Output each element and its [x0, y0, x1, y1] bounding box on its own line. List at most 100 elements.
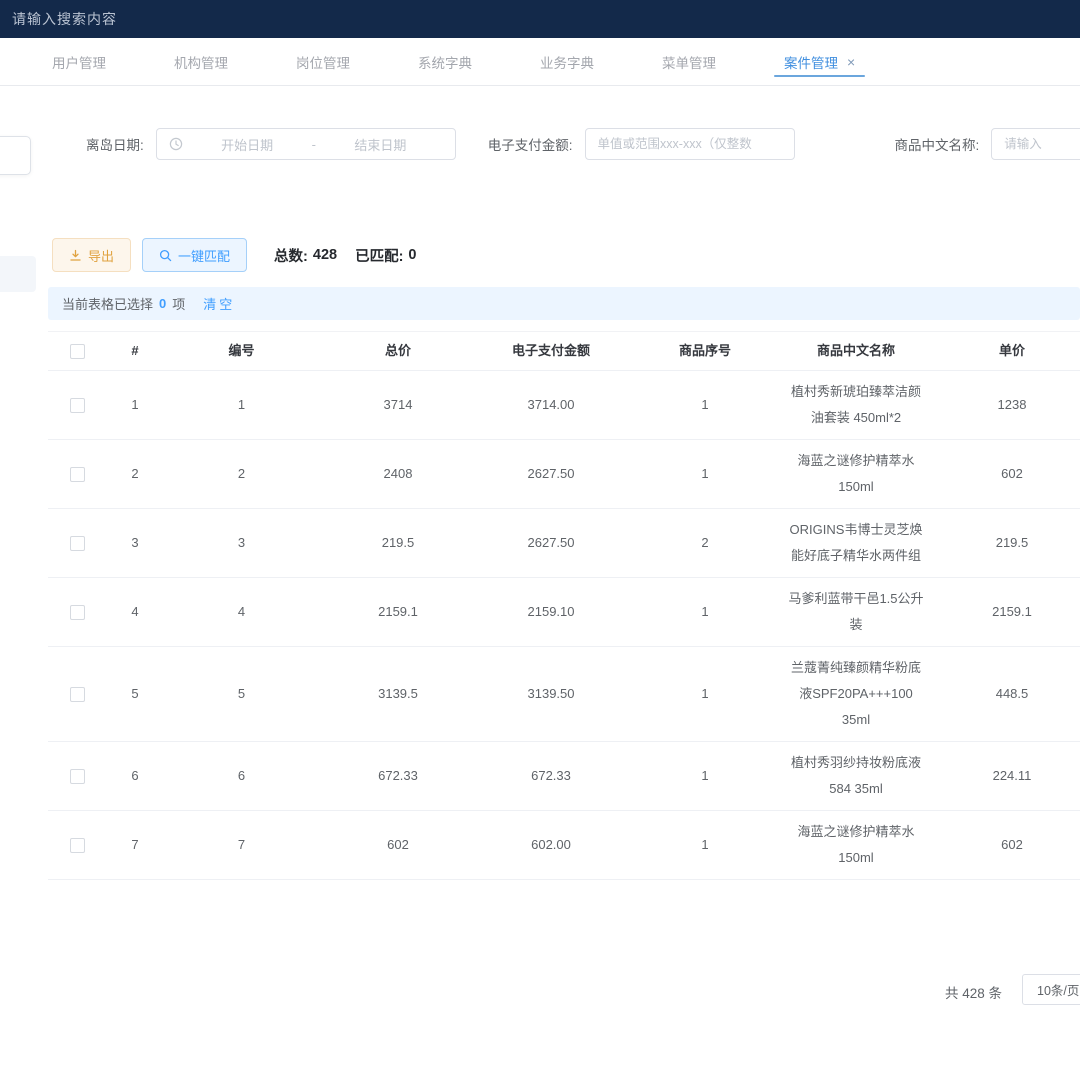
tab-item-3[interactable]: 岗位管理 — [282, 38, 364, 85]
tab-item-6[interactable]: 菜单管理 — [648, 38, 730, 85]
close-icon[interactable]: × — [847, 55, 855, 69]
tab-label: 岗位管理 — [296, 52, 350, 72]
select-all-checkbox[interactable] — [70, 344, 85, 359]
tab-label: 系统字典 — [418, 52, 472, 72]
row-checkbox-cell — [48, 467, 106, 482]
selection-bar: 当前表格已选择 0 项 清空 — [48, 287, 1080, 320]
row-checkbox[interactable] — [70, 687, 85, 702]
cell-index: 5 — [106, 681, 164, 707]
cell-unit: 448.5 — [927, 681, 1080, 707]
product-filter-label: 商品中文名称: — [895, 134, 980, 154]
tab-bar: 用户管理 机构管理 岗位管理 系统字典 业务字典菜单管理案件管理× — [0, 38, 1080, 86]
topbar-search-input[interactable]: 请输入搜索内容 — [12, 9, 117, 29]
total-value: 428 — [313, 247, 337, 263]
row-checkbox[interactable] — [70, 838, 85, 853]
cell-code: 7 — [164, 832, 319, 858]
column-header: 总价 — [319, 338, 477, 364]
row-checkbox[interactable] — [70, 398, 85, 413]
row-checkbox[interactable] — [70, 536, 85, 551]
filter-bar: 离岛日期: 开始日期 - 结束日期 电子支付金额: 商品中文名称: — [0, 128, 1080, 160]
cell-total: 219.5 — [319, 530, 477, 556]
cell-name: 海蓝之谜修护精萃水 150ml — [785, 819, 927, 871]
tab-item-7[interactable]: 案件管理× — [770, 38, 869, 85]
column-header: 商品序号 — [625, 338, 785, 364]
cell-total: 3139.5 — [319, 681, 477, 707]
cell-epay: 2627.50 — [477, 530, 625, 556]
table-row: 553139.53139.501兰蔻菁纯臻颜精华粉底液SPF20PA+++100… — [48, 647, 1080, 742]
cell-total: 602 — [319, 832, 477, 858]
content-area: 离岛日期: 开始日期 - 结束日期 电子支付金额: 商品中文名称: — [0, 128, 1080, 904]
match-stats: 总数: 428 已匹配: 0 — [274, 245, 416, 266]
cell-index: 1 — [106, 392, 164, 418]
column-header: 单价 — [927, 338, 1080, 364]
one-click-match-button[interactable]: 一键匹配 — [142, 238, 247, 272]
table-row: 881358.431358.431卡诗菁纯亮泽经典香氛452.81 — [48, 880, 1080, 904]
cell-unit: 1238 — [927, 392, 1080, 418]
table-header-row: #编号总价电子支付金额商品序号商品中文名称单价 — [48, 331, 1080, 371]
cell-code: 4 — [164, 599, 319, 625]
row-checkbox-cell — [48, 687, 106, 702]
column-header: # — [106, 338, 164, 364]
table-row: 77602602.001海蓝之谜修护精萃水 150ml602 — [48, 811, 1080, 880]
table-row: 442159.12159.101马爹利蓝带干邑1.5公升装2159.1 — [48, 578, 1080, 647]
cell-code: 3 — [164, 530, 319, 556]
table-row: 1137143714.001植村秀新琥珀臻萃洁颜油套装 450ml*21238 — [48, 371, 1080, 440]
tab-item-2[interactable]: 机构管理 — [160, 38, 242, 85]
search-icon — [159, 249, 172, 262]
cell-seq: 1 — [625, 900, 785, 904]
row-checkbox[interactable] — [70, 467, 85, 482]
cell-name: 植村秀羽纱持妆粉底液 584 35ml — [785, 750, 927, 802]
clock-icon — [169, 137, 183, 151]
tab-item-5[interactable]: 业务字典 — [526, 38, 608, 85]
tab-label: 用户管理 — [52, 52, 106, 72]
cell-index: 7 — [106, 832, 164, 858]
product-name-input[interactable] — [991, 128, 1080, 160]
date-range-input[interactable]: 开始日期 - 结束日期 — [156, 128, 456, 160]
cell-unit: 602 — [927, 832, 1080, 858]
cell-epay: 2159.10 — [477, 599, 625, 625]
pagination: 共 428 条 10条/页 — [0, 974, 1080, 1008]
cell-unit: 2159.1 — [927, 599, 1080, 625]
export-button[interactable]: 导出 — [52, 238, 131, 272]
product-name-filter: 商品中文名称: — [895, 128, 1080, 160]
cell-epay: 672.33 — [477, 763, 625, 789]
amount-input[interactable] — [585, 128, 795, 160]
left-edge-ghost — [0, 256, 36, 292]
selection-prefix: 当前表格已选择 — [62, 294, 153, 313]
tab-label: 机构管理 — [174, 52, 228, 72]
cell-name: 海蓝之谜修护精萃水 150ml — [785, 448, 927, 500]
topbar: 请输入搜索内容 — [0, 0, 1080, 38]
date-range-separator: - — [310, 137, 318, 152]
row-checkbox[interactable] — [70, 769, 85, 784]
cell-code: 5 — [164, 681, 319, 707]
cell-index: 6 — [106, 763, 164, 789]
cell-name: 兰蔻菁纯臻颜精华粉底液SPF20PA+++100 35ml — [785, 655, 927, 733]
total-label: 总数: — [274, 245, 308, 266]
cell-index: 2 — [106, 461, 164, 487]
clear-selection-link[interactable]: 清空 — [203, 294, 235, 313]
date-filter: 离岛日期: 开始日期 - 结束日期 — [86, 128, 456, 160]
cell-code: 2 — [164, 461, 319, 487]
tab-item-4[interactable]: 系统字典 — [404, 38, 486, 85]
cell-seq: 1 — [625, 599, 785, 625]
export-button-label: 导出 — [88, 246, 114, 265]
end-date-placeholder[interactable]: 结束日期 — [318, 135, 443, 154]
page-size-value: 10条/页 — [1037, 980, 1079, 999]
cell-unit: 219.5 — [927, 530, 1080, 556]
table-row: 33219.52627.502ORIGINS韦博士灵芝焕能好底子精华水两件组21… — [48, 509, 1080, 578]
row-checkbox-cell — [48, 838, 106, 853]
cell-index: 4 — [106, 599, 164, 625]
cell-name: ORIGINS韦博士灵芝焕能好底子精华水两件组 — [785, 517, 927, 569]
cell-epay: 2627.50 — [477, 461, 625, 487]
match-button-label: 一键匹配 — [178, 246, 230, 265]
cell-name: 马爹利蓝带干邑1.5公升装 — [785, 586, 927, 638]
start-date-placeholder[interactable]: 开始日期 — [185, 135, 310, 154]
cell-epay: 1358.43 — [477, 900, 625, 904]
data-table: #编号总价电子支付金额商品序号商品中文名称单价 1137143714.001植村… — [48, 331, 1080, 904]
row-checkbox[interactable] — [70, 605, 85, 620]
row-checkbox-cell — [48, 536, 106, 551]
tab-item-1[interactable]: 用户管理 — [38, 38, 120, 85]
page-size-select[interactable]: 10条/页 — [1022, 974, 1080, 1005]
cell-unit: 224.11 — [927, 763, 1080, 789]
cell-seq: 1 — [625, 461, 785, 487]
